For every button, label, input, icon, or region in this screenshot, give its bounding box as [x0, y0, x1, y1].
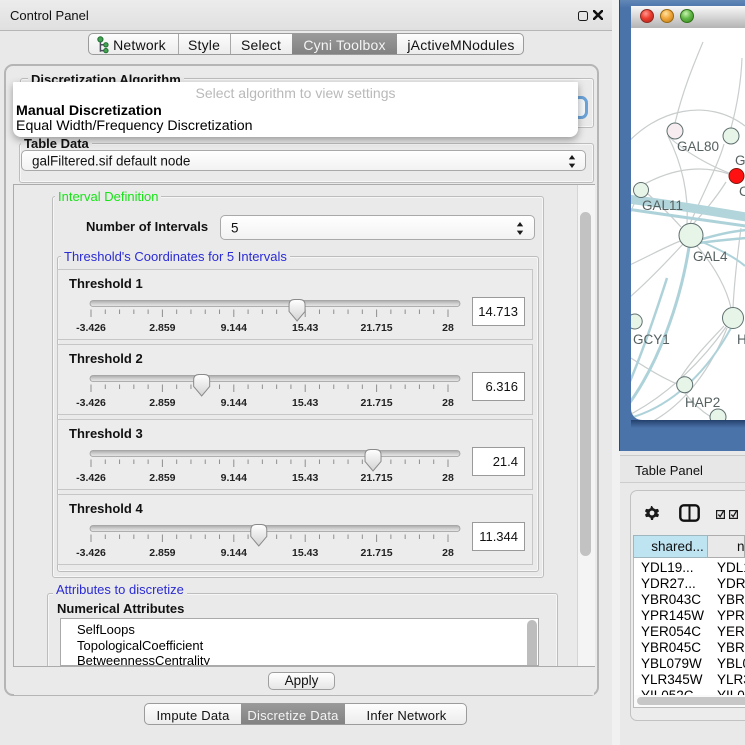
svg-text:GAL80: GAL80 [677, 139, 719, 154]
svg-text:9.144: 9.144 [221, 472, 247, 484]
svg-text:21.715: 21.715 [361, 322, 393, 334]
svg-text:21.715: 21.715 [361, 472, 393, 484]
svg-text:2.859: 2.859 [149, 472, 175, 484]
svg-text:2.859: 2.859 [149, 397, 175, 409]
svg-text:15.43: 15.43 [292, 397, 318, 409]
svg-text:15.43: 15.43 [292, 472, 318, 484]
svg-text:HAP2: HAP2 [685, 395, 720, 410]
svg-text:-3.426: -3.426 [76, 472, 106, 484]
svg-text:15.43: 15.43 [292, 322, 318, 334]
svg-text:28: 28 [442, 472, 454, 484]
svg-text:C: C [739, 184, 745, 199]
svg-text:9.144: 9.144 [221, 397, 247, 409]
svg-text:-3.426: -3.426 [76, 322, 106, 334]
svg-text:-3.426: -3.426 [76, 547, 106, 559]
svg-text:28: 28 [442, 547, 454, 559]
svg-text:15.43: 15.43 [292, 547, 318, 559]
svg-text:21.715: 21.715 [361, 547, 393, 559]
svg-text:2.859: 2.859 [149, 322, 175, 334]
svg-text:21.715: 21.715 [361, 397, 393, 409]
svg-text:GAL11: GAL11 [642, 198, 683, 213]
svg-text:GAL4: GAL4 [693, 249, 728, 264]
svg-text:2.859: 2.859 [149, 547, 175, 559]
svg-text:H: H [737, 332, 745, 347]
svg-text:28: 28 [442, 397, 454, 409]
svg-text:28: 28 [442, 322, 454, 334]
svg-text:GA: GA [735, 153, 745, 168]
svg-text:-3.426: -3.426 [76, 397, 106, 409]
svg-text:GCY1: GCY1 [633, 332, 670, 347]
svg-text:9.144: 9.144 [221, 547, 247, 559]
svg-text:9.144: 9.144 [221, 322, 247, 334]
